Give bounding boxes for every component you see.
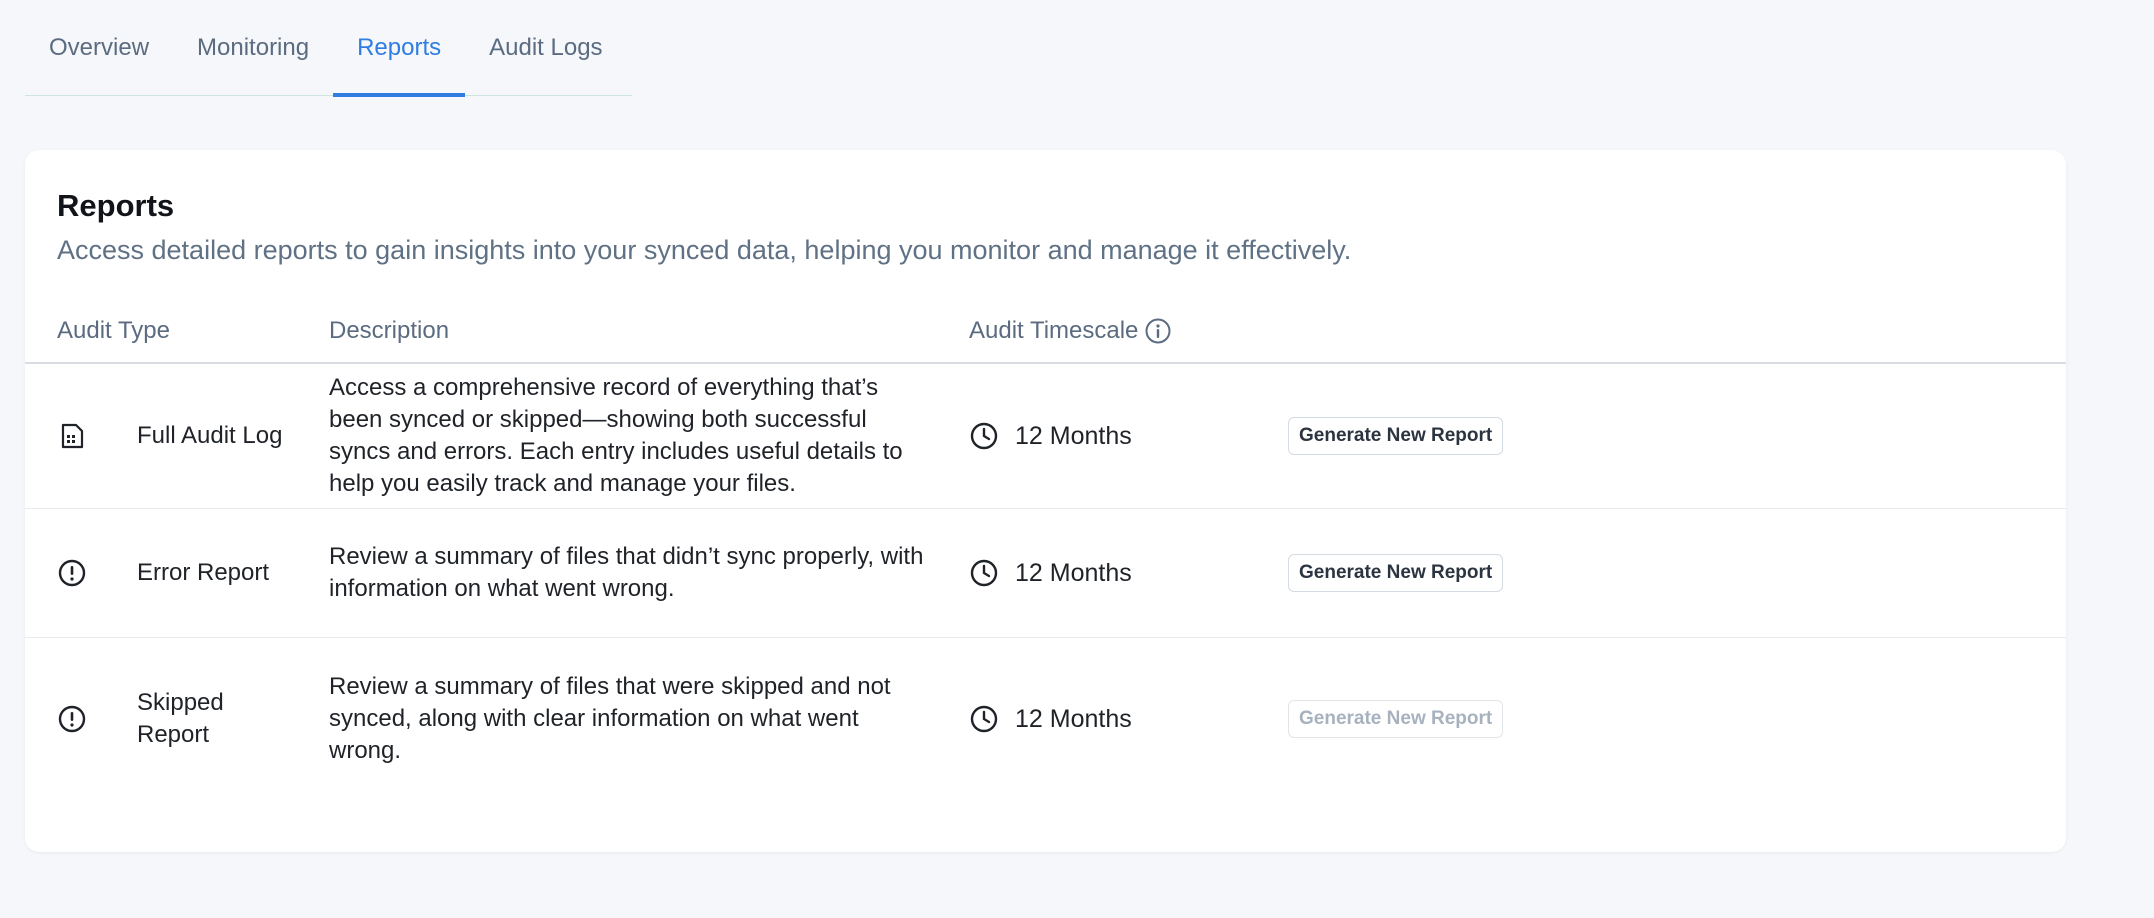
tab-reports[interactable]: Reports: [333, 0, 466, 97]
row-action-cell: Generate New Report: [1288, 509, 1504, 637]
row-description: Review a summary of files that were skip…: [329, 673, 891, 764]
card-subtitle: Access detailed reports to gain insights…: [57, 235, 1352, 265]
row-timescale: 12 Months: [969, 638, 1132, 800]
row-action-cell: Generate New Report: [1288, 638, 1504, 800]
header-description: Description: [329, 317, 450, 344]
row-timescale: 12 Months: [969, 364, 1132, 508]
table-row: Error Report Review a summary of files t…: [25, 509, 2066, 638]
clock-icon: [969, 704, 999, 734]
row-description: Access a comprehensive record of everyth…: [329, 374, 903, 497]
row-timescale-value: 12 Months: [1015, 704, 1132, 733]
row-timescale: 12 Months: [969, 509, 1132, 637]
row-audit-type: Skipped Report: [137, 689, 224, 748]
generate-new-report-button[interactable]: Generate New Report: [1288, 554, 1504, 592]
row-description: Review a summary of files that didn’t sy…: [329, 543, 924, 602]
generate-new-report-button-disabled: Generate New Report: [1288, 700, 1504, 738]
row-icon-cell: [57, 364, 91, 508]
row-audit-type: Full Audit Log: [137, 422, 283, 449]
tab-monitoring[interactable]: Monitoring: [173, 0, 333, 96]
row-icon-cell: [57, 509, 91, 637]
tab-bar: Overview Monitoring Reports Audit Logs: [25, 0, 632, 97]
info-icon[interactable]: [1144, 317, 1172, 345]
alert-circle-icon: [57, 704, 87, 734]
row-audit-type: Error Report: [137, 559, 270, 586]
card-title: Reports: [57, 188, 175, 223]
table-header: Audit Type Description Audit Timescale: [25, 300, 2066, 364]
row-timescale-value: 12 Months: [1015, 421, 1132, 450]
header-audit-timescale: Audit Timescale: [969, 300, 1172, 362]
generate-new-report-button[interactable]: Generate New Report: [1288, 417, 1504, 455]
file-icon: [57, 421, 87, 451]
table-row: Full Audit Log Access a comprehensive re…: [25, 364, 2066, 509]
tab-overview[interactable]: Overview: [25, 0, 173, 96]
alert-circle-icon: [57, 558, 87, 588]
header-audit-timescale-label: Audit Timescale: [969, 317, 1139, 344]
row-icon-cell: [57, 638, 91, 800]
clock-icon: [969, 421, 999, 451]
reports-card: Reports Access detailed reports to gain …: [25, 150, 2066, 852]
row-action-cell: Generate New Report: [1288, 364, 1504, 508]
tab-audit-logs[interactable]: Audit Logs: [465, 0, 626, 96]
header-audit-type: Audit Type: [57, 317, 170, 344]
row-timescale-value: 12 Months: [1015, 558, 1132, 587]
table-row: Skipped Report Review a summary of files…: [25, 638, 2066, 800]
clock-icon: [969, 558, 999, 588]
